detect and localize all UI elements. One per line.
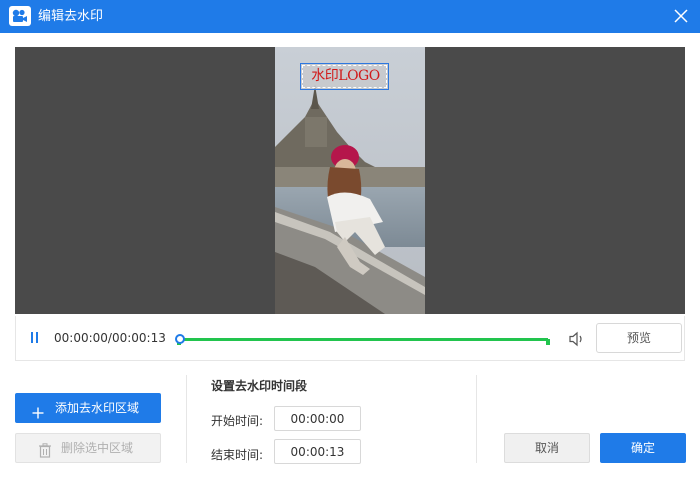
start-time-input[interactable] bbox=[274, 406, 361, 431]
time-segment-title: 设置去水印时间段 bbox=[211, 379, 308, 393]
start-time-label: 开始时间: bbox=[211, 414, 264, 428]
ok-button[interactable]: 确定 bbox=[600, 433, 686, 463]
close-icon[interactable] bbox=[672, 7, 690, 25]
add-watermark-region-button[interactable]: 添加去水印区域 bbox=[15, 393, 161, 423]
plus-icon bbox=[32, 400, 44, 419]
preview-button[interactable]: 预览 bbox=[596, 323, 682, 353]
add-region-label: 添加去水印区域 bbox=[55, 401, 140, 415]
trash-icon bbox=[38, 440, 52, 458]
divider-left bbox=[186, 375, 187, 463]
video-preview: 水印LOGO bbox=[15, 47, 685, 314]
time-display: 00:00:00/00:00:13 bbox=[54, 331, 166, 345]
playhead-handle[interactable] bbox=[175, 334, 185, 344]
pause-icon[interactable] bbox=[28, 331, 42, 345]
cancel-button[interactable]: 取消 bbox=[504, 433, 590, 463]
volume-icon[interactable] bbox=[568, 330, 586, 348]
watermark-text: 水印LOGO bbox=[311, 68, 380, 84]
progress-track[interactable] bbox=[175, 334, 550, 345]
divider-right bbox=[476, 375, 477, 463]
title-bar: 编辑去水印 bbox=[0, 0, 700, 33]
playback-bar: 00:00:00/00:00:13 预览 bbox=[15, 316, 685, 361]
end-marker[interactable] bbox=[546, 339, 550, 345]
delete-region-label: 删除选中区域 bbox=[61, 441, 134, 455]
video-camera-icon bbox=[9, 6, 31, 26]
end-time-label: 结束时间: bbox=[211, 448, 264, 462]
delete-selected-region-button[interactable]: 删除选中区域 bbox=[15, 433, 161, 463]
window-title: 编辑去水印 bbox=[38, 9, 104, 24]
watermark-region-box[interactable]: 水印LOGO bbox=[300, 63, 389, 90]
end-time-input[interactable] bbox=[274, 439, 361, 464]
